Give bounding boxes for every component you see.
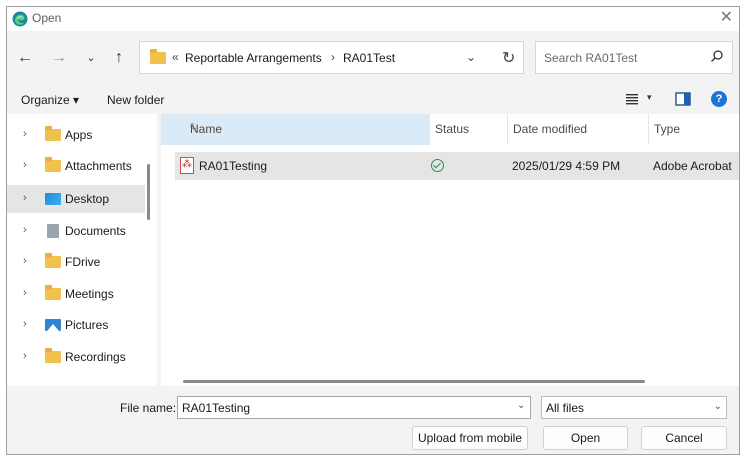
column-header-label: Status xyxy=(435,122,470,136)
edge-app-icon xyxy=(12,11,28,27)
file-type-filter-select[interactable]: All files ⌄ xyxy=(541,396,727,419)
view-options-icon[interactable] xyxy=(625,92,639,106)
address-dropdown-icon[interactable]: ⌄ xyxy=(466,50,476,64)
sidebar-item-recordings[interactable]: › Recordings xyxy=(7,343,145,371)
horizontal-scrollbar-thumb[interactable] xyxy=(183,380,645,383)
sidebar-item-fdrive[interactable]: › FDrive xyxy=(7,248,145,276)
folder-icon xyxy=(45,285,61,300)
sidebar-item-label: FDrive xyxy=(65,255,101,269)
sidebar-item-label: Recordings xyxy=(65,350,126,364)
title-bar: Open ✕ xyxy=(7,7,739,31)
preview-pane-icon[interactable] xyxy=(675,92,691,106)
file-name-input[interactable] xyxy=(177,396,531,419)
sidebar-item-pictures[interactable]: › Pictures xyxy=(7,311,145,339)
forward-button[interactable]: → xyxy=(49,49,69,67)
file-name-dropdown-icon[interactable]: ⌄ xyxy=(517,400,525,411)
file-type-filter-value: All files xyxy=(546,401,585,415)
folder-icon xyxy=(45,253,61,268)
command-bar: Organize ▾ New folder ▾ ? xyxy=(7,86,739,114)
close-icon[interactable]: ✕ xyxy=(720,9,733,27)
expand-chevron-icon[interactable]: › xyxy=(23,287,27,299)
folder-icon xyxy=(150,49,166,64)
expand-chevron-icon[interactable]: › xyxy=(23,350,27,362)
address-bar[interactable]: « Reportable Arrangements › RA01Test ⌄ ↻ xyxy=(139,41,524,74)
open-button[interactable]: Open xyxy=(543,426,628,450)
sidebar-item-label: Attachments xyxy=(65,159,132,173)
column-header-status[interactable]: Status xyxy=(429,114,507,145)
search-box[interactable]: Search RA01Test xyxy=(535,41,733,74)
breadcrumb-separator-icon[interactable]: › xyxy=(331,50,335,64)
sidebar-item-label: Documents xyxy=(65,224,126,238)
recent-locations-button[interactable]: ⌄ xyxy=(81,49,101,67)
expand-chevron-icon[interactable]: › xyxy=(23,128,27,140)
column-header-date-modified[interactable]: Date modified xyxy=(507,114,648,145)
upload-from-mobile-button[interactable]: Upload from mobile xyxy=(412,426,528,450)
window-title: Open xyxy=(32,11,62,25)
folder-icon xyxy=(45,348,61,363)
synced-check-icon xyxy=(431,159,444,172)
organize-button[interactable]: Organize ▾ xyxy=(21,93,79,107)
sidebar-item-label: Pictures xyxy=(65,318,109,332)
folder-icon xyxy=(45,157,61,172)
up-button[interactable]: ↑ xyxy=(109,49,129,67)
expand-chevron-icon[interactable]: › xyxy=(23,159,27,171)
expand-chevron-icon[interactable]: › xyxy=(23,318,27,330)
sidebar-item-desktop[interactable]: › Desktop xyxy=(7,185,145,213)
file-name-label: File name: xyxy=(120,401,177,415)
chevron-down-icon[interactable]: ⌄ xyxy=(714,401,722,412)
search-icon[interactable] xyxy=(710,49,724,63)
navigation-pane: › Apps › Attachments › Desktop › Documen… xyxy=(7,114,157,386)
pdf-icon xyxy=(180,157,194,174)
back-button[interactable]: ← xyxy=(15,49,35,67)
cancel-button[interactable]: Cancel xyxy=(641,426,727,450)
folder-icon xyxy=(45,126,61,141)
column-header-name[interactable]: Name ^ ⌄ xyxy=(161,114,429,145)
column-filter-dropdown-icon[interactable]: ⌄ xyxy=(190,122,198,133)
navigation-bar: ← → ⌄ ↑ « Reportable Arrangements › RA01… xyxy=(7,31,739,86)
table-row[interactable]: RA01Testing 2025/01/29 4:59 PM Adobe Acr… xyxy=(175,152,739,180)
column-header-label: Date modified xyxy=(513,122,588,136)
sidebar-item-meetings[interactable]: › Meetings xyxy=(7,280,145,308)
new-folder-button[interactable]: New folder xyxy=(107,93,164,107)
refresh-icon[interactable]: ↻ xyxy=(502,48,515,68)
sidebar-item-label: Desktop xyxy=(65,192,110,206)
search-placeholder[interactable]: Search RA01Test xyxy=(544,51,637,65)
sidebar-item-attachments[interactable]: › Attachments xyxy=(7,152,145,180)
column-header-type[interactable]: Type xyxy=(648,114,739,145)
sidebar-item-label: Meetings xyxy=(65,287,114,301)
breadcrumb-ra01test[interactable]: RA01Test xyxy=(343,51,395,65)
file-list: Name ^ ⌄ Status Date modified Type RA01T… xyxy=(161,114,739,386)
file-date-cell: 2025/01/29 4:59 PM xyxy=(512,159,621,173)
open-dialog: Open ✕ ← → ⌄ ↑ « Reportable Arrangements… xyxy=(6,6,740,455)
file-type-cell: Adobe Acrobat xyxy=(653,159,732,173)
dialog-footer: File name: ⌄ All files ⌄ Upload from mob… xyxy=(7,386,739,454)
documents-icon xyxy=(47,224,59,238)
view-dropdown-icon[interactable]: ▾ xyxy=(647,92,652,103)
pictures-icon xyxy=(45,319,61,331)
horizontal-scrollbar[interactable] xyxy=(161,376,739,386)
sidebar-item-documents[interactable]: › Documents xyxy=(7,217,145,245)
overflow-chevron-icon[interactable]: « xyxy=(172,50,179,64)
expand-chevron-icon[interactable]: › xyxy=(23,224,27,236)
expand-chevron-icon[interactable]: › xyxy=(23,255,27,267)
sidebar-item-apps[interactable]: › Apps xyxy=(7,121,145,149)
expand-chevron-icon[interactable]: › xyxy=(23,192,27,204)
sidebar-scrollbar[interactable] xyxy=(147,164,150,220)
sidebar-item-label: Apps xyxy=(65,128,93,142)
breadcrumb-reportable-arrangements[interactable]: Reportable Arrangements xyxy=(185,51,322,65)
column-header-label: Type xyxy=(654,122,681,136)
help-icon[interactable]: ? xyxy=(711,91,727,107)
desktop-icon xyxy=(45,193,61,205)
file-name-cell: RA01Testing xyxy=(199,159,268,173)
